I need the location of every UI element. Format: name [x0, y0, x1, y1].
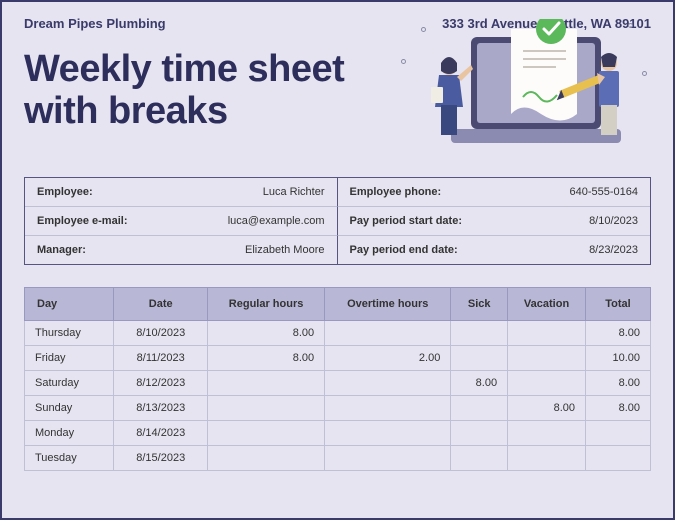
col-day: Day — [25, 288, 114, 321]
table-row: Saturday8/12/2023 8.00 8.00 — [25, 371, 651, 396]
cell-total: 10.00 — [586, 346, 651, 371]
cell-overtime — [325, 446, 451, 471]
cell-sick: 8.00 — [451, 371, 508, 396]
cell-total: 8.00 — [586, 396, 651, 421]
cell-vacation: 8.00 — [508, 396, 586, 421]
cell-regular: 8.00 — [208, 346, 325, 371]
cell-vacation — [508, 321, 586, 346]
cell-day: Thursday — [25, 321, 114, 346]
table-row: Sunday8/13/2023 8.008.00 — [25, 396, 651, 421]
cell-overtime — [325, 421, 451, 446]
table-row: Friday8/11/20238.002.00 10.00 — [25, 346, 651, 371]
cell-regular — [208, 396, 325, 421]
cell-sick — [451, 346, 508, 371]
col-total: Total — [586, 288, 651, 321]
employee-info-grid: Employee: Luca Richter Employee phone: 6… — [24, 177, 651, 265]
cell-date: 8/10/2023 — [114, 321, 208, 346]
cell-day: Friday — [25, 346, 114, 371]
cell-sick — [451, 396, 508, 421]
col-date: Date — [114, 288, 208, 321]
cell-overtime: 2.00 — [325, 346, 451, 371]
col-overtime: Overtime hours — [325, 288, 451, 321]
cell-sick — [451, 446, 508, 471]
cell-day: Monday — [25, 421, 114, 446]
cell-overtime — [325, 371, 451, 396]
cell-total: 8.00 — [586, 321, 651, 346]
cell-vacation — [508, 446, 586, 471]
cell-sick — [451, 321, 508, 346]
cell-day: Sunday — [25, 396, 114, 421]
info-phone: Employee phone: 640-555-0164 — [338, 178, 651, 207]
timesheet-table: Day Date Regular hours Overtime hours Si… — [24, 287, 651, 471]
cell-date: 8/11/2023 — [114, 346, 208, 371]
cell-vacation — [508, 371, 586, 396]
cell-day: Tuesday — [25, 446, 114, 471]
cell-vacation — [508, 421, 586, 446]
cell-total — [586, 421, 651, 446]
table-row: Thursday8/10/20238.008.00 — [25, 321, 651, 346]
col-sick: Sick — [451, 288, 508, 321]
info-end-date: Pay period end date: 8/23/2023 — [338, 236, 651, 264]
col-regular: Regular hours — [208, 288, 325, 321]
info-employee: Employee: Luca Richter — [25, 178, 338, 207]
company-name: Dream Pipes Plumbing — [24, 16, 166, 31]
cell-regular — [208, 421, 325, 446]
cell-date: 8/12/2023 — [114, 371, 208, 396]
cell-day: Saturday — [25, 371, 114, 396]
cell-regular: 8.00 — [208, 321, 325, 346]
hero-illustration — [391, 19, 651, 159]
cell-total — [586, 446, 651, 471]
cell-date: 8/14/2023 — [114, 421, 208, 446]
cell-overtime — [325, 321, 451, 346]
cell-date: 8/13/2023 — [114, 396, 208, 421]
cell-vacation — [508, 346, 586, 371]
cell-date: 8/15/2023 — [114, 446, 208, 471]
info-start-date: Pay period start date: 8/10/2023 — [338, 207, 651, 236]
cell-total: 8.00 — [586, 371, 651, 396]
cell-sick — [451, 421, 508, 446]
cell-regular — [208, 446, 325, 471]
col-vacation: Vacation — [508, 288, 586, 321]
cell-overtime — [325, 396, 451, 421]
info-email: Employee e-mail: luca@example.com — [25, 207, 338, 236]
info-manager: Manager: Elizabeth Moore — [25, 236, 338, 264]
page-title: Weekly time sheet with breaks — [24, 49, 374, 133]
table-header-row: Day Date Regular hours Overtime hours Si… — [25, 288, 651, 321]
table-row: Tuesday8/15/2023 — [25, 446, 651, 471]
table-row: Monday8/14/2023 — [25, 421, 651, 446]
cell-regular — [208, 371, 325, 396]
